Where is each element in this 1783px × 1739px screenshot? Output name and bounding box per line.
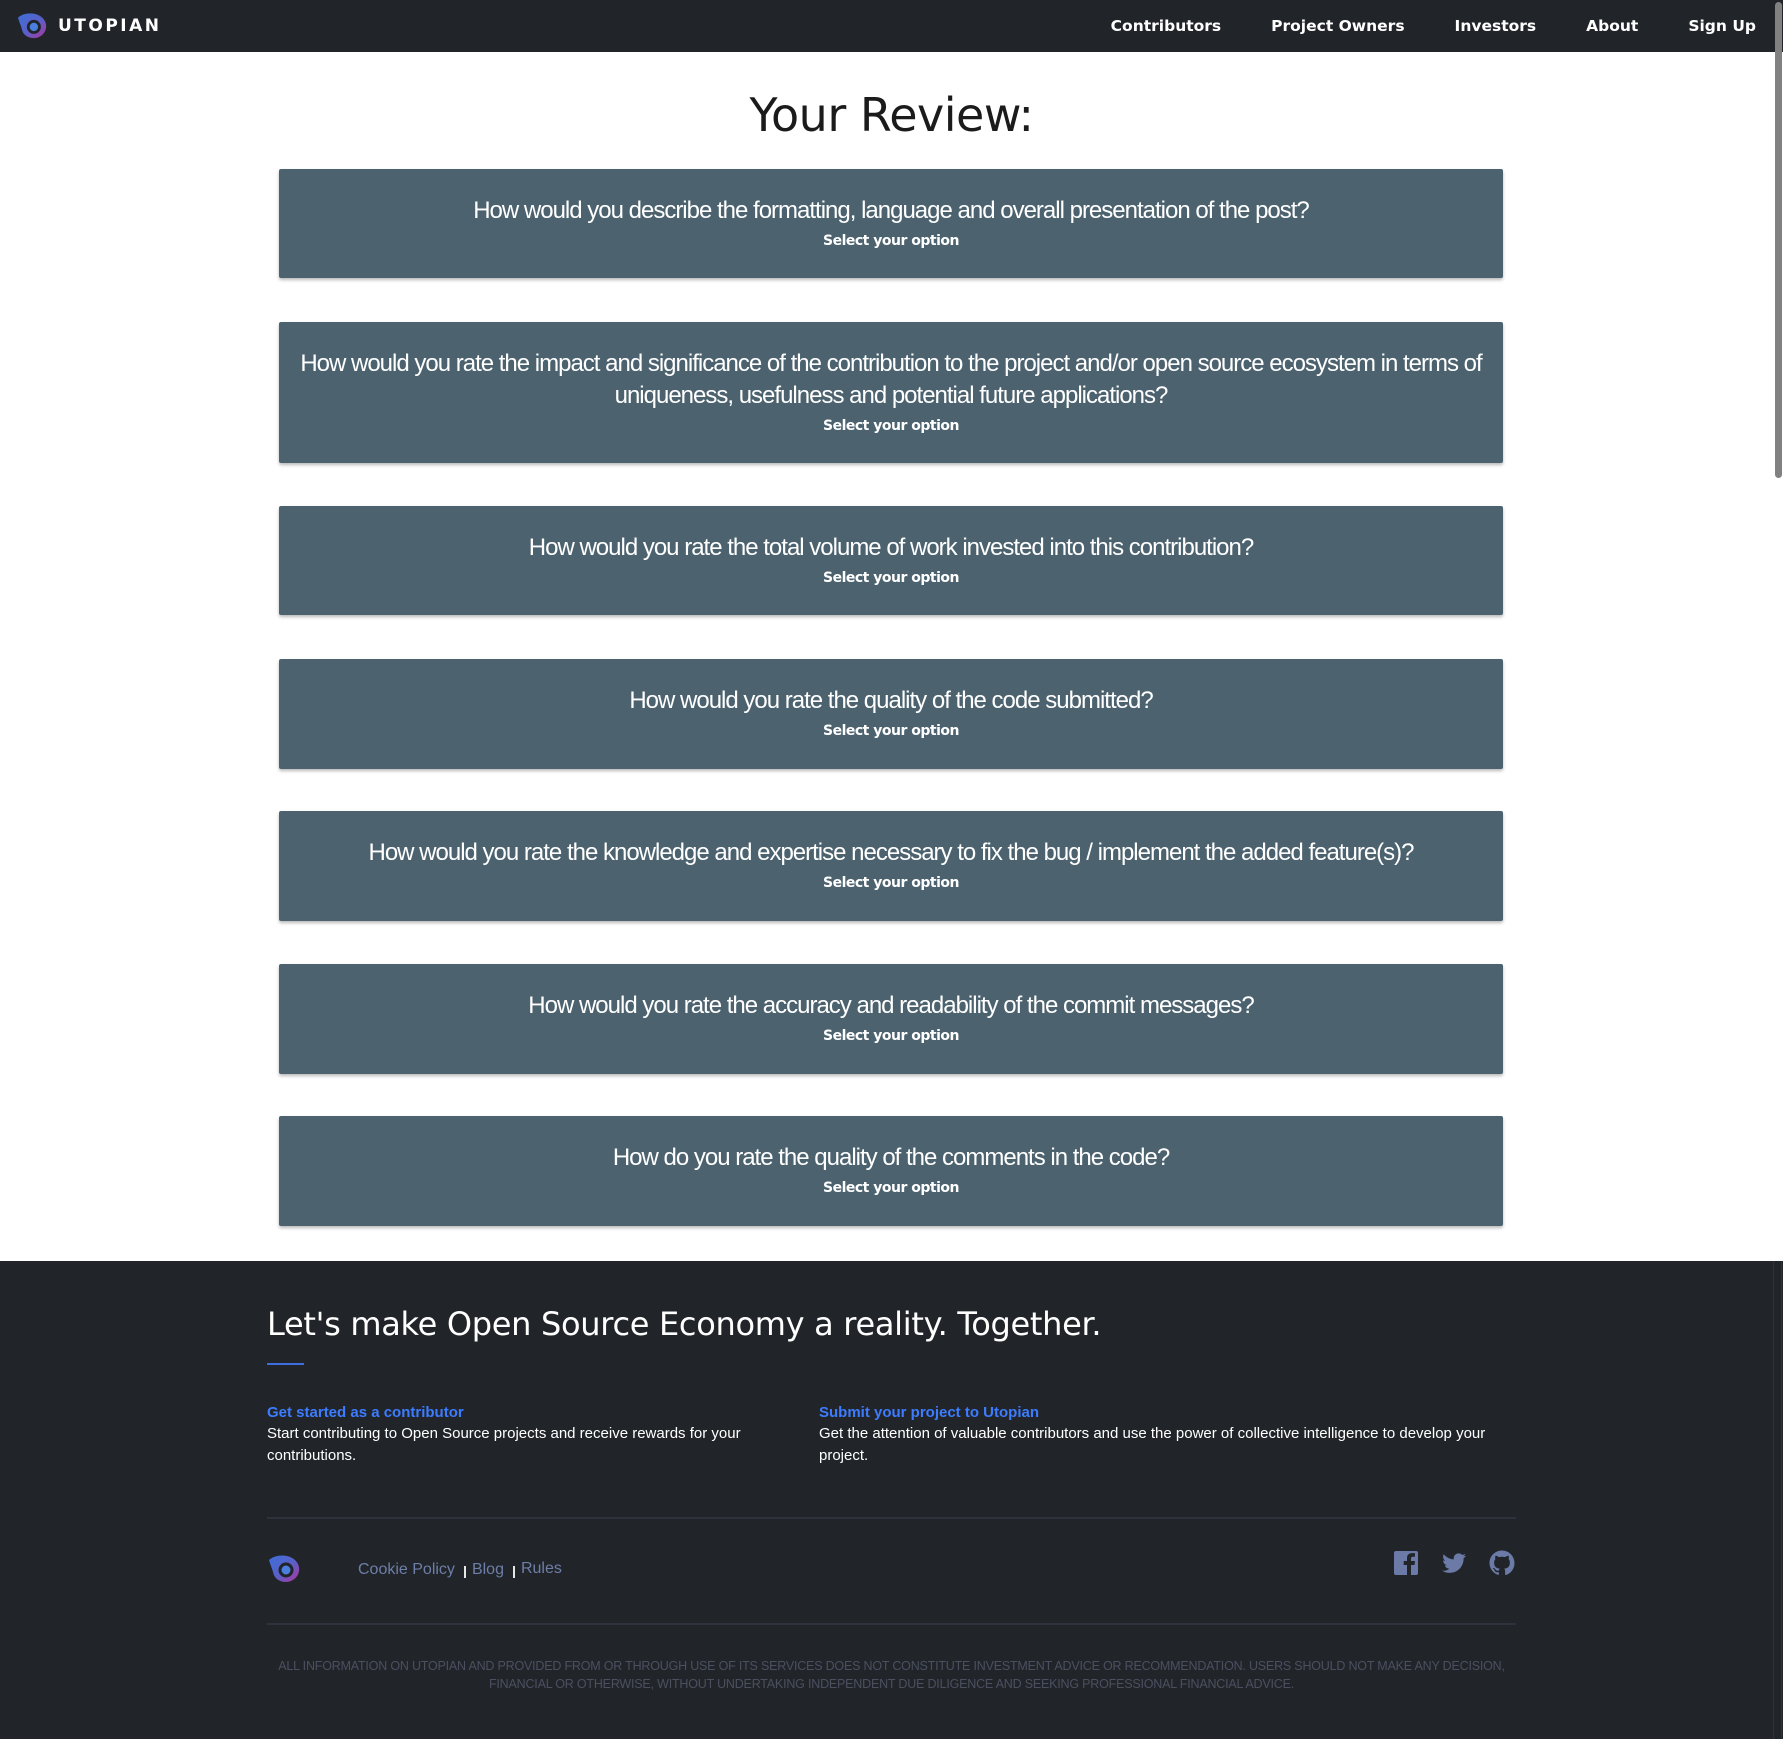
review-question-text: How would you rate the quality of the co… — [629, 687, 1153, 714]
github-icon — [1489, 1550, 1515, 1576]
footer-links: Cookie Policy Blog Rules — [358, 1560, 562, 1579]
review-question-text: How would you rate the total volume of w… — [528, 534, 1254, 561]
review-question-card[interactable]: How would you describe the formatting, l… — [279, 169, 1503, 278]
page-scrollbar[interactable] — [1771, 0, 1783, 1739]
twitter-link[interactable] — [1420, 1549, 1468, 1577]
legal-disclaimer: ALL INFORMATION ON UTOPIAN AND PROVIDED … — [278, 1659, 1505, 1691]
nav-contributors[interactable]: Contributors — [1111, 17, 1221, 35]
select-option-prompt[interactable]: Select your option — [299, 1028, 1483, 1044]
review-question-card[interactable]: How would you rate the impact and signif… — [279, 322, 1503, 463]
footer: Let's make Open Source Economy a reality… — [0, 1261, 1783, 1739]
review-question-card[interactable]: How would you rate the knowledge and exp… — [279, 811, 1503, 921]
social-links — [1372, 1549, 1516, 1577]
select-option-prompt[interactable]: Select your option — [299, 723, 1483, 739]
review-question-card[interactable]: How would you rate the accuracy and read… — [279, 964, 1503, 1074]
review-question-card[interactable]: How would you rate the quality of the co… — [279, 659, 1503, 769]
nav-sign-up[interactable]: Sign Up — [1688, 17, 1756, 35]
nav-investors[interactable]: Investors — [1455, 17, 1537, 35]
submit-project-link[interactable]: Submit your project to Utopian — [819, 1403, 1499, 1423]
review-question-text: How would you rate the accuracy and read… — [528, 992, 1254, 1019]
select-option-prompt[interactable]: Select your option — [299, 233, 1483, 249]
link-separator — [512, 1566, 515, 1578]
review-question-text: How would you describe the formatting, l… — [473, 197, 1310, 224]
facebook-icon — [1394, 1551, 1418, 1575]
blog-link[interactable]: Blog — [472, 1561, 504, 1579]
footer-heading: Let's make Open Source Economy a reality… — [267, 1305, 1102, 1343]
link-separator — [463, 1566, 466, 1578]
scrollbar-thumb[interactable] — [1775, 2, 1782, 478]
github-link[interactable] — [1468, 1549, 1516, 1577]
review-question-card[interactable]: How would you rate the total volume of w… — [279, 506, 1503, 615]
nav-links: Contributors Project Owners Investors Ab… — [1061, 0, 1756, 52]
review-question-text: How would you rate the knowledge and exp… — [368, 839, 1415, 866]
cookie-policy-link[interactable]: Cookie Policy — [358, 1561, 455, 1579]
brand-home-link[interactable]: UTOPIAN — [16, 0, 162, 52]
nav-about[interactable]: About — [1586, 17, 1638, 35]
cta-project: Submit your project to Utopian Get the a… — [819, 1403, 1499, 1467]
cta-contributor-description: Start contributing to Open Source projec… — [267, 1425, 741, 1464]
rules-link[interactable]: Rules — [521, 1560, 562, 1578]
facebook-link[interactable] — [1372, 1549, 1420, 1577]
review-question-card[interactable]: How do you rate the quality of the comme… — [279, 1116, 1503, 1226]
twitter-icon — [1442, 1553, 1466, 1573]
review-question-text: How would you rate the impact and signif… — [300, 350, 1482, 409]
select-option-prompt[interactable]: Select your option — [299, 570, 1483, 586]
brand-name: UTOPIAN — [58, 16, 162, 36]
footer-divider — [267, 1517, 1516, 1519]
page-title: Your Review: — [749, 88, 1034, 142]
cta-project-description: Get the attention of valuable contributo… — [819, 1425, 1486, 1464]
footer-divider — [267, 1623, 1516, 1625]
heading-accent-divider — [267, 1363, 304, 1365]
cta-contributor: Get started as a contributor Start contr… — [267, 1403, 787, 1467]
review-question-text: How do you rate the quality of the comme… — [612, 1144, 1170, 1171]
top-navbar: UTOPIAN Contributors Project Owners Inve… — [0, 0, 1783, 52]
get-started-contributor-link[interactable]: Get started as a contributor — [267, 1403, 787, 1423]
select-option-prompt[interactable]: Select your option — [299, 1180, 1483, 1196]
select-option-prompt[interactable]: Select your option — [297, 418, 1485, 434]
nav-project-owners[interactable]: Project Owners — [1271, 17, 1404, 35]
utopian-footer-logo-icon[interactable] — [267, 1554, 301, 1584]
utopian-logo-icon — [18, 13, 47, 39]
select-option-prompt[interactable]: Select your option — [299, 875, 1483, 891]
